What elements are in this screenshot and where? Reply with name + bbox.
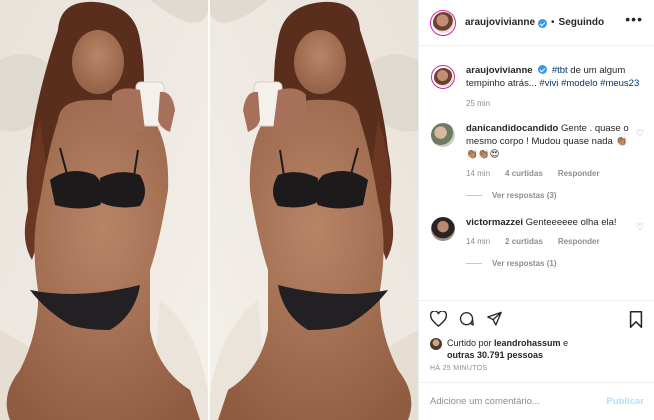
more-options-icon[interactable]: •••: [625, 12, 643, 26]
post-actions: Curtido por leandrohassum e outras 30.79…: [419, 300, 654, 370]
comment-item: victormazzei Genteeeeee olha ela! ♡ 14 m…: [430, 216, 644, 268]
comments-list[interactable]: araujovivianne #tbt de um algum tempinho…: [419, 47, 654, 300]
view-replies-label: Ver respostas (1): [492, 259, 557, 268]
post-timestamp[interactable]: HÁ 25 MINUTOS: [430, 365, 487, 372]
header-separator: •: [551, 17, 555, 28]
add-comment-bar: Adicione um comentário... Publicar: [419, 382, 654, 420]
likes-others-link[interactable]: outras 30.791 pessoas: [447, 350, 543, 360]
photo-left-half: [0, 0, 209, 420]
view-replies-button[interactable]: Ver respostas (1): [466, 259, 644, 268]
publish-button[interactable]: Publicar: [607, 396, 645, 407]
author-avatar[interactable]: [430, 9, 456, 36]
replies-divider: [466, 263, 482, 264]
replies-divider: [466, 195, 482, 196]
commenter-avatar[interactable]: [431, 217, 455, 241]
mirrored-photo-illustration: [0, 0, 418, 420]
reply-button[interactable]: Responder: [558, 169, 600, 178]
bookmark-icon[interactable]: [629, 311, 643, 328]
view-replies-button[interactable]: Ver respostas (3): [466, 191, 644, 200]
like-comment-icon[interactable]: ♡: [636, 222, 644, 233]
comment-likes[interactable]: 2 curtidas: [505, 237, 543, 246]
post-photo[interactable]: [0, 0, 418, 420]
likes-middle: e: [560, 338, 569, 348]
comment-text: danicandidocandido Gente . quase o mesmo…: [466, 122, 644, 161]
comment-icon[interactable]: [458, 311, 475, 327]
comment-input[interactable]: Adicione um comentário...: [430, 396, 540, 407]
post-header: araujovivianne • Seguindo •••: [419, 0, 654, 46]
caption-meta: 25 min: [466, 99, 644, 108]
comment-username[interactable]: victormazzei: [466, 217, 523, 228]
comment-time[interactable]: 14 min: [466, 237, 490, 246]
comment-body: Genteeeeee olha ela!: [525, 217, 617, 228]
comment-username[interactable]: danicandidocandido: [466, 123, 558, 134]
caption: araujovivianne #tbt de um algum tempinho…: [430, 64, 644, 108]
likes-summary: Curtido por leandrohassum e outras 30.79…: [430, 337, 568, 361]
comment-likes[interactable]: 4 curtidas: [505, 169, 543, 178]
caption-text: araujovivianne #tbt de um algum tempinho…: [466, 64, 644, 90]
author-username[interactable]: araujovivianne: [465, 17, 535, 28]
likes-text: Curtido por leandrohassum e outras 30.79…: [447, 337, 568, 361]
comment-time[interactable]: 14 min: [466, 169, 490, 178]
comment-meta: 14 min 4 curtidas Responder: [466, 169, 644, 178]
hashtag-tbt[interactable]: #tbt: [552, 65, 568, 76]
verified-badge-icon: [538, 19, 548, 28]
reply-button[interactable]: Responder: [558, 237, 600, 246]
hashtag-meus23[interactable]: #meus23: [600, 78, 639, 89]
hashtag-modelo[interactable]: #modelo: [561, 78, 597, 89]
likes-prefix: Curtido por: [447, 338, 495, 348]
caption-avatar[interactable]: [431, 65, 455, 89]
post-side-panel: araujovivianne • Seguindo ••• araujovivi…: [418, 0, 654, 420]
share-icon[interactable]: [486, 311, 503, 327]
view-replies-label: Ver respostas (3): [492, 191, 557, 200]
comment-meta: 14 min 2 curtidas Responder: [466, 237, 644, 246]
caption-verified-icon: [538, 65, 548, 74]
following-button[interactable]: Seguindo: [559, 17, 605, 28]
liker-username[interactable]: leandrohassum: [494, 338, 561, 348]
comment-text: victormazzei Genteeeeee olha ela!: [466, 216, 644, 229]
instagram-post: araujovivianne • Seguindo ••• araujovivi…: [0, 0, 654, 420]
liker-avatar[interactable]: [430, 338, 442, 350]
comment-item: danicandidocandido Gente . quase o mesmo…: [430, 122, 644, 200]
heart-icon[interactable]: [430, 311, 447, 327]
hashtag-vivi[interactable]: #vivi: [539, 78, 558, 89]
commenter-avatar[interactable]: [431, 123, 455, 147]
photo-right-half: [208, 0, 418, 420]
caption-username[interactable]: araujovivianne: [466, 65, 533, 76]
like-comment-icon[interactable]: ♡: [636, 128, 644, 139]
caption-time[interactable]: 25 min: [466, 99, 490, 108]
action-icons: [430, 311, 503, 327]
